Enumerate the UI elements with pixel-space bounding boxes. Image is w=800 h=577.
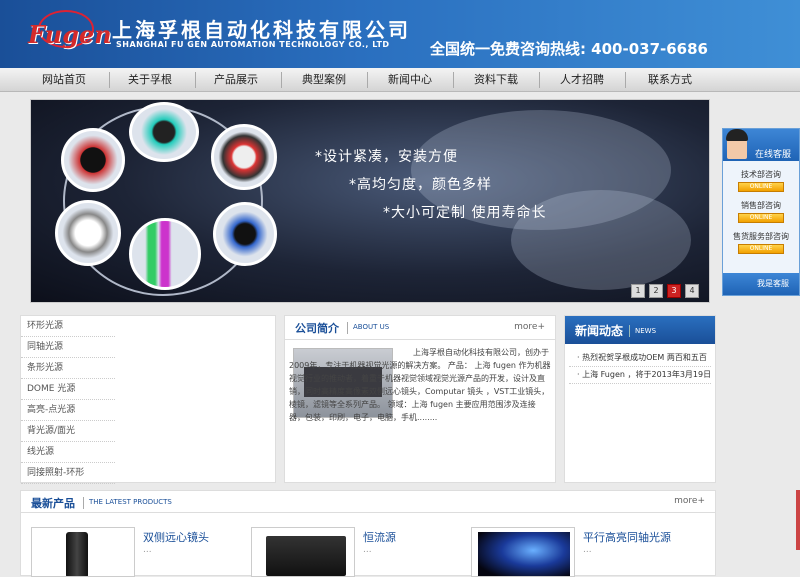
product-desc: ... (583, 545, 592, 555)
company-intro-panel: 公司简介 ABOUT US more+ 上海孚根自动化科技有限公司，创办于200… (284, 315, 556, 483)
tech-support-qq-button[interactable]: ONLINE (738, 182, 784, 192)
online-service-header: 在线客服 (723, 129, 799, 161)
category-spot-light[interactable]: 高亮-点光源 (21, 400, 115, 421)
banner-pager: 1234 (627, 282, 699, 298)
category-ring-light[interactable]: 环形光源 (21, 316, 115, 337)
product-thumb[interactable] (471, 527, 575, 577)
ring-light-image (61, 128, 125, 192)
hero-banner[interactable]: *设计紧凑，安装方便 *高均匀度，颜色多样 *大小可定制 使用寿命长 1234 (30, 99, 710, 303)
ring-light-image (129, 102, 199, 162)
category-line-light[interactable]: 线光源 (21, 442, 115, 463)
banner-slogan-2: *高均匀度，颜色多样 (349, 177, 492, 193)
title-divider (83, 497, 84, 509)
category-back-light[interactable]: 背光源/面光 (21, 421, 115, 442)
agent-hair (726, 129, 748, 141)
back-light-image (55, 200, 121, 266)
nav-item-contact[interactable]: 联系方式 (630, 68, 710, 92)
tech-support-label: 技术部咨询 (741, 170, 781, 179)
coaxial-light-image (478, 532, 570, 576)
main-nav: 网站首页 关于孚根 产品展示 典型案例 新闻中心 资料下载 人才招聘 联系方式 (0, 68, 800, 92)
product-desc: ... (143, 545, 152, 555)
latest-products-panel: 最新产品 THE LATEST PRODUCTS more+ 双侧远心镜头 ..… (20, 490, 716, 577)
aftersales-support-qq-button[interactable]: ONLINE (738, 244, 784, 254)
nav-item-news[interactable]: 新闻中心 (370, 68, 450, 92)
sales-support-label: 销售部咨询 (741, 201, 781, 210)
banner-page-1[interactable]: 1 (631, 284, 645, 298)
category-coaxial-light[interactable]: 同轴光源 (21, 337, 115, 358)
banner-slogan-1: *设计紧凑，安装方便 (315, 149, 458, 165)
product-name[interactable]: 恒流源 (363, 529, 396, 545)
banner-slogan-3: *大小可定制 使用寿命长 (383, 205, 547, 221)
product-category-menu: 环形光源 同轴光源 条形光源 DOME 光源 高亮-点光源 背光源/面光 线光源… (20, 315, 276, 484)
news-title-en: NEWS (635, 327, 657, 335)
company-name-en: SHANGHAI FU GEN AUTOMATION TECHNOLOGY CO… (116, 40, 390, 49)
coaxial-light-image (213, 202, 277, 266)
company-intro-title: 公司简介 (295, 322, 339, 335)
product-desc: ... (363, 545, 372, 555)
hotline-text: 全国统一免费咨询热线: 400-037-6686 (429, 40, 708, 58)
logo-wordmark: Fugen (28, 20, 112, 49)
latest-more-link[interactable]: more+ (674, 496, 705, 506)
company-intro-header: 公司简介 ABOUT US more+ (285, 316, 555, 340)
sales-support-qq-button[interactable]: ONLINE (738, 213, 784, 223)
company-intro-title-en: ABOUT US (353, 323, 390, 331)
news-item[interactable]: · 热烈祝贺孚根成功OEM 两百和五百 (569, 350, 711, 367)
online-service-footer[interactable]: 我是客服 (723, 273, 799, 295)
dome-light-image (211, 124, 277, 190)
category-indirect-ring[interactable]: 同接照射-环形 (21, 463, 115, 484)
edge-scroll-marker (796, 490, 800, 550)
title-divider (347, 322, 348, 334)
company-more-link[interactable]: more+ (514, 322, 545, 332)
nav-divider (281, 72, 282, 88)
latest-products-title: 最新产品 (31, 497, 75, 510)
lens-image (66, 532, 88, 576)
product-name[interactable]: 双侧远心镜头 (143, 529, 209, 545)
online-service-widget: 在线客服 技术部咨询 ONLINE 销售部咨询 ONLINE 售货服务部咨询 O… (722, 128, 800, 296)
news-title: 新闻动态 (575, 324, 624, 338)
nav-item-careers[interactable]: 人才招聘 (542, 68, 622, 92)
aftersales-support-label: 售货服务部咨询 (733, 232, 789, 241)
bar-light-image (129, 218, 201, 290)
news-header: 新闻动态 NEWS (565, 316, 715, 344)
banner-page-4[interactable]: 4 (685, 284, 699, 298)
product-thumb[interactable] (31, 527, 135, 577)
product-name[interactable]: 平行高亮同轴光源 (583, 529, 671, 545)
company-name-cn: 上海孚根自动化科技有限公司 (112, 18, 411, 42)
product-thumb[interactable] (251, 527, 355, 577)
category-bar-light[interactable]: 条形光源 (21, 358, 115, 379)
title-divider (629, 325, 630, 337)
nav-divider (367, 72, 368, 88)
nav-item-downloads[interactable]: 资料下载 (456, 68, 536, 92)
company-intro-text: 上海孚根自动化科技有限公司，创办于2009年，专注于机器视觉光源的解决方案。 产… (289, 348, 551, 422)
online-service-title: 在线客服 (755, 150, 792, 160)
fugen-logo[interactable]: Fugen (28, 8, 112, 60)
news-item[interactable]: · 上海 Fugen ，将于2013年3月19日 (569, 367, 711, 384)
banner-page-2[interactable]: 2 (649, 284, 663, 298)
nav-divider (625, 72, 626, 88)
nav-divider (539, 72, 540, 88)
news-panel: 新闻动态 NEWS · 热烈祝贺孚根成功OEM 两百和五百 · 上海 Fugen… (564, 315, 716, 483)
controller-image (266, 536, 346, 576)
latest-products-title-en: THE LATEST PRODUCTS (89, 498, 172, 506)
banner-page-3[interactable]: 3 (667, 284, 681, 298)
nav-item-home[interactable]: 网站首页 (24, 68, 104, 92)
category-dome-light[interactable]: DOME 光源 (21, 379, 115, 400)
nav-item-about[interactable]: 关于孚根 (110, 68, 190, 92)
site-header: Fugen 上海孚根自动化科技有限公司 SHANGHAI FU GEN AUTO… (0, 0, 800, 68)
nav-divider (453, 72, 454, 88)
latest-products-header: 最新产品 THE LATEST PRODUCTS more+ (21, 491, 715, 513)
nav-item-cases[interactable]: 典型案例 (284, 68, 364, 92)
nav-item-products[interactable]: 产品展示 (196, 68, 276, 92)
